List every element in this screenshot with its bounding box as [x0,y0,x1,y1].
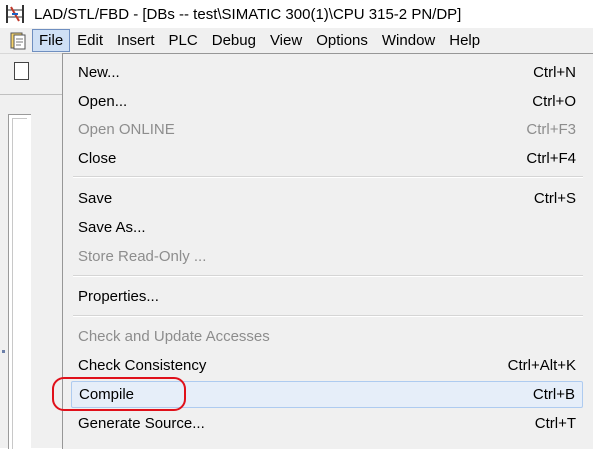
menu-item-shortcut: Ctrl+O [532,93,576,110]
menu-item-label: Close [78,150,117,167]
menu-item-label: Open... [78,93,128,110]
menu-item-label: Save [78,190,113,207]
menu-item-label: Check Consistency [78,357,207,374]
menu-item-check-consistency[interactable]: Check Consistency Ctrl+Alt+K [71,352,583,379]
highlight-annotation [52,377,186,411]
menu-item-open-online: Open ONLINE Ctrl+F3 [71,116,583,143]
menu-item-check-update-accesses: Check and Update Accesses [71,323,583,350]
menu-separator [73,315,583,317]
menu-separator [73,275,583,277]
menu-item-shortcut: Ctrl+S [533,190,576,207]
menu-item-shortcut: Ctrl+F4 [526,150,576,167]
menu-item-close[interactable]: Close Ctrl+F4 [71,145,583,172]
new-document-icon[interactable] [14,62,29,80]
menu-file[interactable]: File [32,29,71,52]
menu-debug[interactable]: Debug [205,29,263,52]
menu-item-label: Open ONLINE [78,121,175,138]
menu-item-store-read-only: Store Read-Only ... [71,243,583,270]
ladder-app-icon [4,3,26,25]
menu-item-shortcut: Ctrl+B [532,386,575,403]
menu-item-properties[interactable]: Properties... [71,283,583,310]
menu-item-generate-source[interactable]: Generate Source... Ctrl+T [71,410,583,437]
menu-item-new[interactable]: New... Ctrl+N [71,59,583,86]
menu-item-label: Check and Update Accesses [78,328,270,345]
menu-item-save-as[interactable]: Save As... [71,214,583,241]
menu-plc[interactable]: PLC [162,29,205,52]
title-bar: LAD/STL/FBD - [DBs -- test\SIMATIC 300(1… [0,0,593,28]
menu-separator [73,176,583,178]
menu-item-shortcut: Ctrl+Alt+K [507,357,576,374]
menu-edit[interactable]: Edit [70,29,110,52]
menu-insert[interactable]: Insert [110,29,162,52]
menu-item-label: Generate Source... [78,415,205,432]
panel-marker [2,350,5,353]
menu-bar: File Edit Insert PLC Debug View Options … [0,28,593,54]
menu-item-open[interactable]: Open... Ctrl+O [71,88,583,115]
toolbar-divider [0,94,70,95]
menu-item-shortcut: Ctrl+T [534,415,576,432]
menu-item-save[interactable]: Save Ctrl+S [71,185,583,212]
overview-panel-inner [12,118,27,449]
window-title: LAD/STL/FBD - [DBs -- test\SIMATIC 300(1… [34,5,462,23]
menu-window[interactable]: Window [375,29,442,52]
menu-help[interactable]: Help [442,29,487,52]
menu-options[interactable]: Options [309,29,375,52]
menu-item-label: Save As... [78,219,146,236]
menu-item-shortcut: Ctrl+F3 [526,121,576,138]
document-system-icon[interactable] [8,31,28,51]
menu-view[interactable]: View [263,29,309,52]
menu-item-label: New... [78,64,120,81]
menu-item-shortcut: Ctrl+N [533,64,576,81]
menu-item-label: Properties... [78,288,159,305]
menu-item-label: Store Read-Only ... [78,248,207,265]
